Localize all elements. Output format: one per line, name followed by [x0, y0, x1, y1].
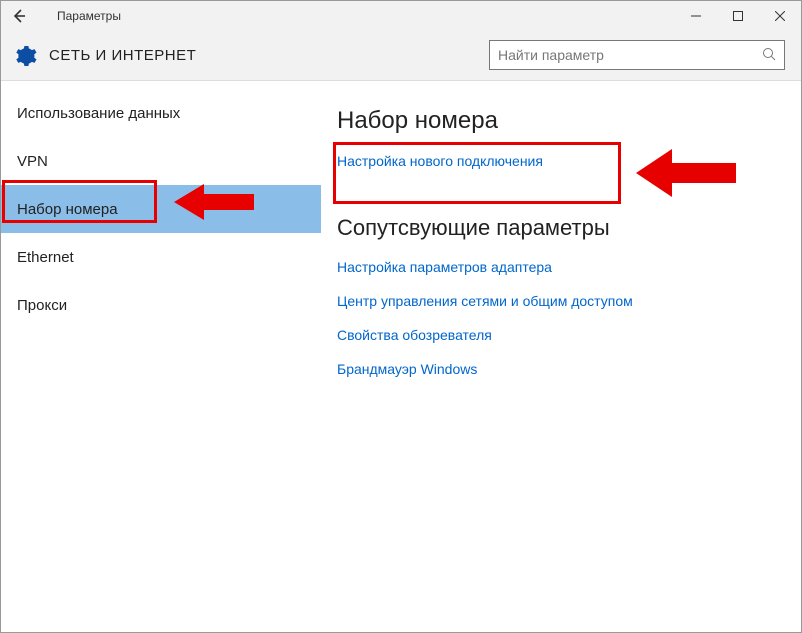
- content-pane: Набор номера Настройка нового подключени…: [321, 81, 801, 632]
- gear-icon: [13, 44, 37, 68]
- related-section: Сопутсвующие параметры Настройка парамет…: [337, 215, 785, 395]
- sidebar-item-label: Набор номера: [17, 201, 118, 218]
- close-button[interactable]: [759, 1, 801, 31]
- search-icon: [762, 47, 776, 64]
- window-controls: [675, 1, 801, 31]
- settings-window: Параметры СЕТЬ И ИНТЕРНЕТ Найти параметр…: [0, 0, 802, 633]
- page-title: СЕТЬ И ИНТЕРНЕТ: [49, 47, 196, 64]
- sidebar-item-ethernet[interactable]: Ethernet: [1, 233, 321, 281]
- sidebar-item-label: Прокси: [17, 297, 67, 314]
- sidebar-item-vpn[interactable]: VPN: [1, 137, 321, 185]
- arrow-left-icon: [11, 8, 27, 24]
- link-firewall[interactable]: Брандмауэр Windows: [337, 361, 785, 377]
- minimize-icon: [691, 11, 701, 21]
- sidebar-item-label: VPN: [17, 153, 48, 170]
- maximize-button[interactable]: [717, 1, 759, 31]
- link-new-connection[interactable]: Настройка нового подключения: [337, 153, 785, 169]
- body: Использование данных VPN Набор номера Et…: [1, 81, 801, 632]
- link-network-center[interactable]: Центр управления сетями и общим доступом: [337, 293, 785, 309]
- sidebar-item-proxy[interactable]: Прокси: [1, 281, 321, 329]
- content-heading: Набор номера: [337, 107, 785, 135]
- window-title: Параметры: [57, 9, 121, 23]
- sidebar: Использование данных VPN Набор номера Et…: [1, 81, 321, 632]
- minimize-button[interactable]: [675, 1, 717, 31]
- titlebar: Параметры: [1, 1, 801, 31]
- back-button[interactable]: [1, 1, 37, 31]
- sidebar-item-dialup[interactable]: Набор номера: [1, 185, 321, 233]
- sidebar-item-label: Использование данных: [17, 105, 180, 122]
- related-heading: Сопутсвующие параметры: [337, 215, 785, 241]
- sidebar-item-data-usage[interactable]: Использование данных: [1, 89, 321, 137]
- search-input[interactable]: Найти параметр: [489, 40, 785, 70]
- maximize-icon: [733, 11, 743, 21]
- sidebar-item-label: Ethernet: [17, 249, 74, 266]
- search-placeholder: Найти параметр: [498, 47, 762, 63]
- link-adapter-settings[interactable]: Настройка параметров адаптера: [337, 259, 785, 275]
- link-browser-properties[interactable]: Свойства обозревателя: [337, 327, 785, 343]
- header: СЕТЬ И ИНТЕРНЕТ Найти параметр: [1, 31, 801, 81]
- close-icon: [775, 11, 785, 21]
